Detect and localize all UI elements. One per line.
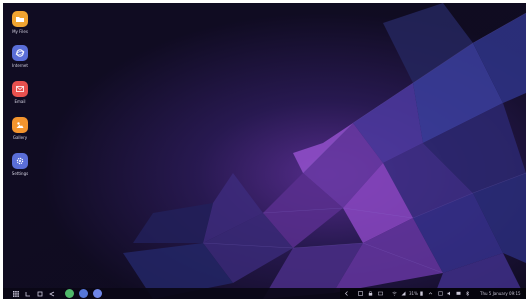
- chevron-left-icon[interactable]: [344, 291, 349, 296]
- desktop-icon-gallery[interactable]: Gallery: [5, 117, 35, 149]
- email-icon: [12, 81, 28, 97]
- bluetooth-icon[interactable]: [465, 291, 470, 296]
- desktop-icon-my-files[interactable]: My Files: [5, 11, 35, 43]
- wallpaper: [3, 3, 526, 299]
- apps-grid-icon[interactable]: [12, 290, 19, 297]
- battery-icon: [420, 291, 423, 296]
- wifi-icon: [392, 291, 397, 296]
- taskbar: 31% Thu 5 January 09:15: [3, 288, 526, 299]
- desktop-icon-label: Email: [14, 99, 26, 104]
- lock-icon[interactable]: [368, 291, 373, 296]
- gear-icon: [12, 153, 28, 169]
- desktop-icon-label: Gallery: [12, 135, 28, 140]
- battery-percentage: 31%: [409, 291, 418, 296]
- screenshot-icon[interactable]: [358, 291, 363, 296]
- back-icon[interactable]: [24, 290, 31, 297]
- desktop-icon-label: My Files: [12, 29, 28, 34]
- desktop-icon-email[interactable]: Email: [5, 81, 35, 113]
- volume-icon[interactable]: [447, 291, 452, 296]
- internet-app-icon[interactable]: [79, 289, 88, 298]
- signal-icon: [401, 291, 406, 296]
- system-tray: 31% Thu 5 January 09:15: [340, 288, 526, 299]
- dex-icon[interactable]: [456, 291, 461, 296]
- desktop-icon-label: Settings: [11, 171, 29, 176]
- desktop-icon-settings[interactable]: Settings: [5, 153, 35, 185]
- desktop-icon-internet[interactable]: Internet: [5, 45, 35, 77]
- gallery-icon: [12, 117, 28, 133]
- chevron-up-icon[interactable]: [428, 291, 433, 296]
- desktop-icon-label: Internet: [12, 63, 28, 68]
- keyboard-icon[interactable]: [378, 291, 383, 296]
- recents-icon[interactable]: [48, 290, 55, 297]
- messages-app-icon[interactable]: [93, 289, 102, 298]
- clock[interactable]: Thu 5 January 09:15: [480, 291, 521, 296]
- phone-app-icon[interactable]: [65, 289, 74, 298]
- internet-icon: [12, 45, 28, 61]
- home-icon[interactable]: [36, 290, 43, 297]
- desktop-screen: My Files Internet Email Gallery Settings: [3, 3, 526, 299]
- folder-icon: [12, 11, 28, 27]
- notification-icon[interactable]: [438, 291, 443, 296]
